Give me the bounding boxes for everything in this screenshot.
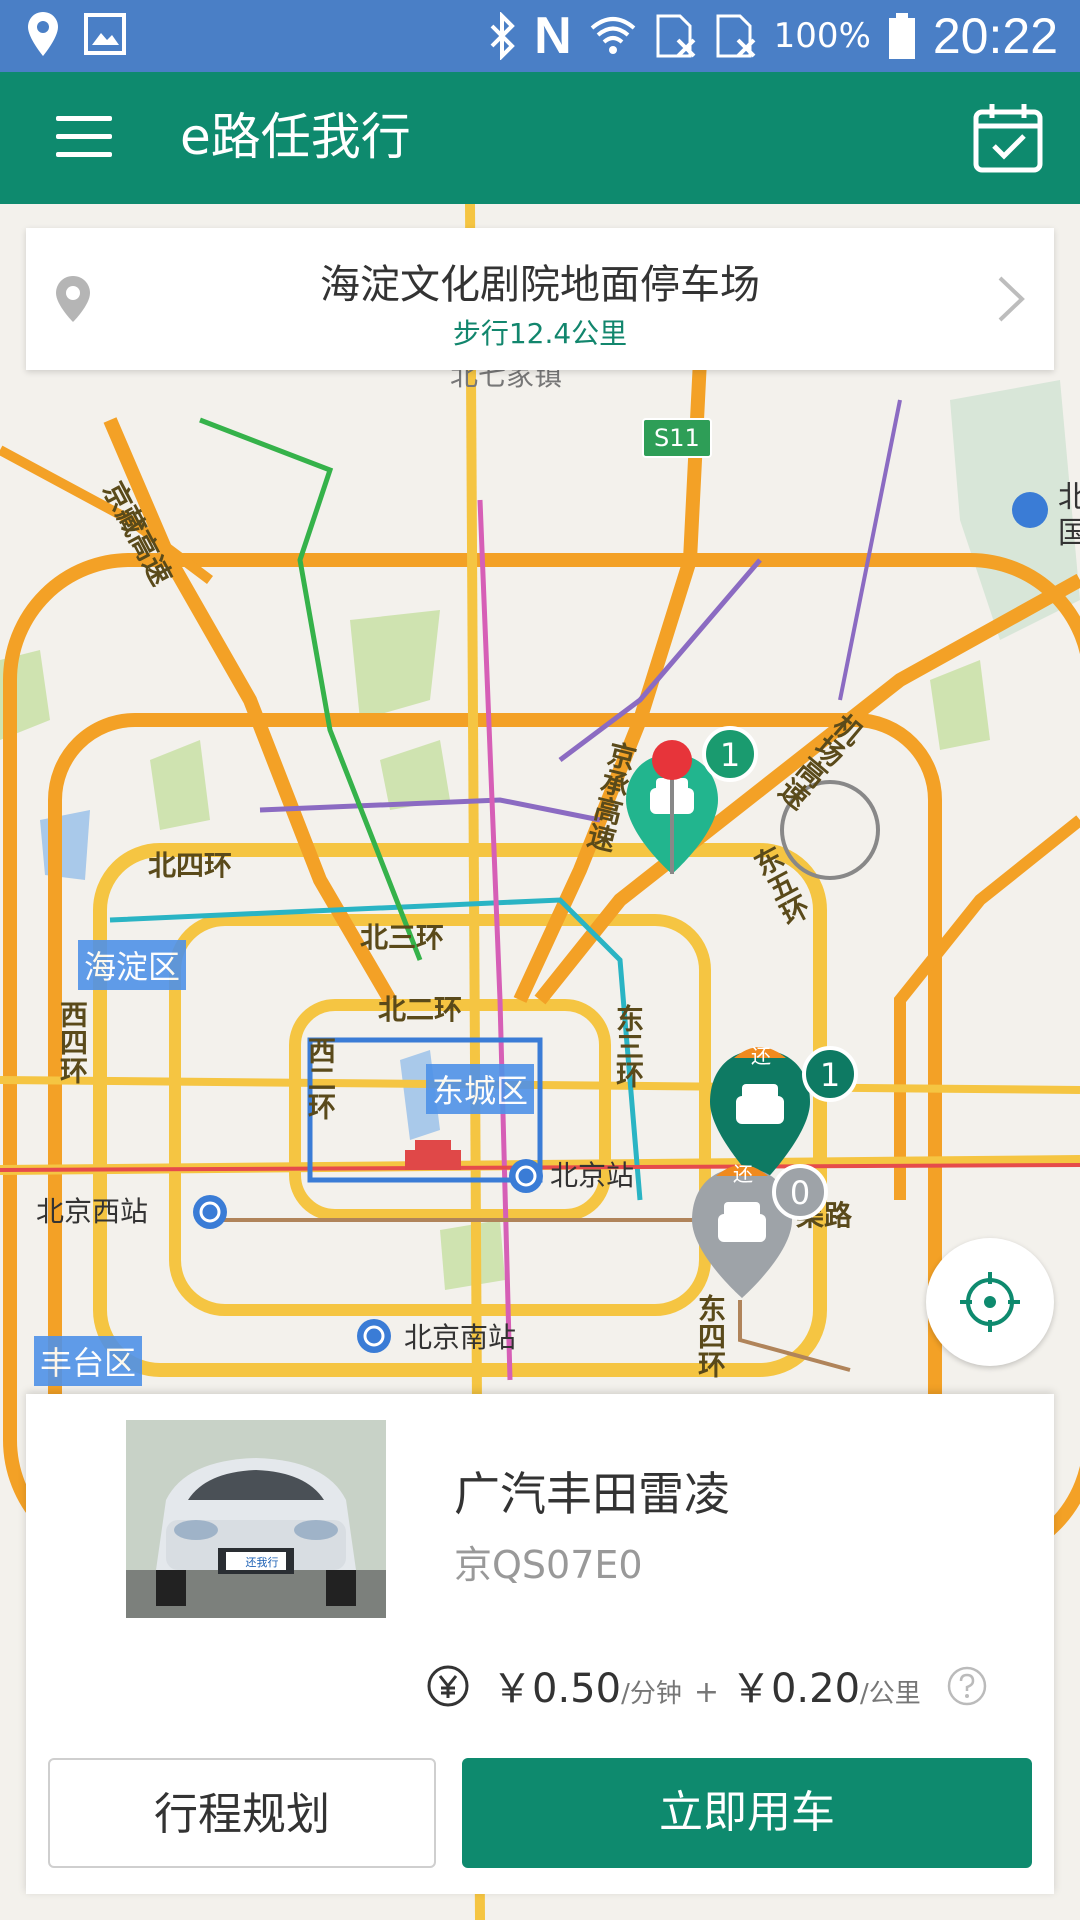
station-label: 北京南站 [404, 1321, 517, 1354]
parking-location-card[interactable]: 海淀文化剧院地面停车场 步行12.4公里 [26, 228, 1054, 370]
wifi-icon [590, 17, 635, 54]
road-label: 北三环 [360, 921, 445, 954]
car-plate-number: 京QS07E0 [454, 1543, 643, 1587]
clock: 20:22 [932, 8, 1058, 64]
car-pin-icon [626, 726, 758, 874]
price-unit-minute: /分钟 [621, 1679, 682, 1709]
price-per-minute: ￥0.50 [492, 1666, 622, 1712]
car-station-marker[interactable]: 还 0 [690, 1158, 840, 1308]
nfc-icon: N [534, 7, 572, 65]
railway-station-icon [357, 1319, 391, 1353]
hamburger-menu-icon[interactable] [56, 116, 112, 160]
road-label: 北四环 [148, 849, 233, 882]
car-return-pin-icon [692, 1164, 828, 1298]
calendar-check-icon[interactable] [972, 102, 1044, 174]
railway-station-icon [193, 1195, 227, 1229]
walking-distance: 步行12.4公里 [452, 317, 628, 350]
parking-name: 海淀文化剧院地面停车场 [320, 262, 760, 308]
marker-badge: 还 [733, 1162, 753, 1186]
car-photo: 还我行 [126, 1420, 386, 1618]
sim-off-icon [716, 14, 756, 58]
help-question-icon[interactable] [947, 1666, 987, 1706]
road-label: 西四环 [56, 1000, 89, 1084]
car-info-card: 还我行 广汽丰田雷凌 京QS07E0 ￥0.50 /分钟 + ￥0.20 /公里… [26, 1394, 1054, 1894]
yen-coin-icon [427, 1665, 469, 1707]
bluetooth-icon [490, 12, 515, 60]
station-label: 北京站 [550, 1159, 635, 1192]
app-title: e路任我行 [180, 108, 411, 166]
chevron-right-icon [998, 276, 1025, 322]
price-plus: + [693, 1675, 719, 1710]
app-bar: e路任我行 [0, 72, 1080, 204]
location-icon [28, 12, 58, 56]
road-label: 西二环 [304, 1036, 337, 1120]
my-location-button[interactable] [926, 1238, 1054, 1366]
district-label: 东城区 [426, 1064, 535, 1114]
image-icon [84, 13, 126, 55]
district-label: 海淀区 [78, 940, 187, 990]
marker-count: 1 [819, 1056, 841, 1094]
marker-count: 1 [719, 736, 741, 774]
sim-off-icon [656, 14, 696, 58]
price-per-km: ￥0.20 [730, 1666, 861, 1712]
road-label: 东三环 [612, 1004, 645, 1088]
crosshair-icon [960, 1272, 1020, 1332]
railway-station-icon [509, 1159, 543, 1193]
rent-now-button[interactable]: 立即用车 [462, 1758, 1032, 1868]
station-label: 北京西站 [36, 1195, 149, 1228]
car-station-marker[interactable]: 1 [626, 724, 766, 914]
highway-shield: S11 [642, 418, 712, 458]
price-info: ￥0.50 /分钟 + ￥0.20 /公里 [426, 1656, 987, 1716]
status-bar: N 100% 20:22 [0, 0, 1080, 72]
battery-icon [888, 13, 915, 59]
road-label: 北二环 [378, 993, 463, 1026]
marker-badge: 还 [751, 1044, 771, 1068]
car-model-name: 广汽丰田雷凌 [454, 1467, 730, 1521]
marker-count: 0 [789, 1174, 811, 1212]
battery-percent: 100% [773, 16, 871, 56]
station-label: 国 [1058, 516, 1080, 551]
district-label: 丰台区 [34, 1336, 143, 1386]
price-unit-km: /公里 [860, 1679, 921, 1709]
photo-plate-text: 还我行 [245, 1556, 279, 1569]
trip-plan-button[interactable]: 行程规划 [48, 1758, 436, 1868]
